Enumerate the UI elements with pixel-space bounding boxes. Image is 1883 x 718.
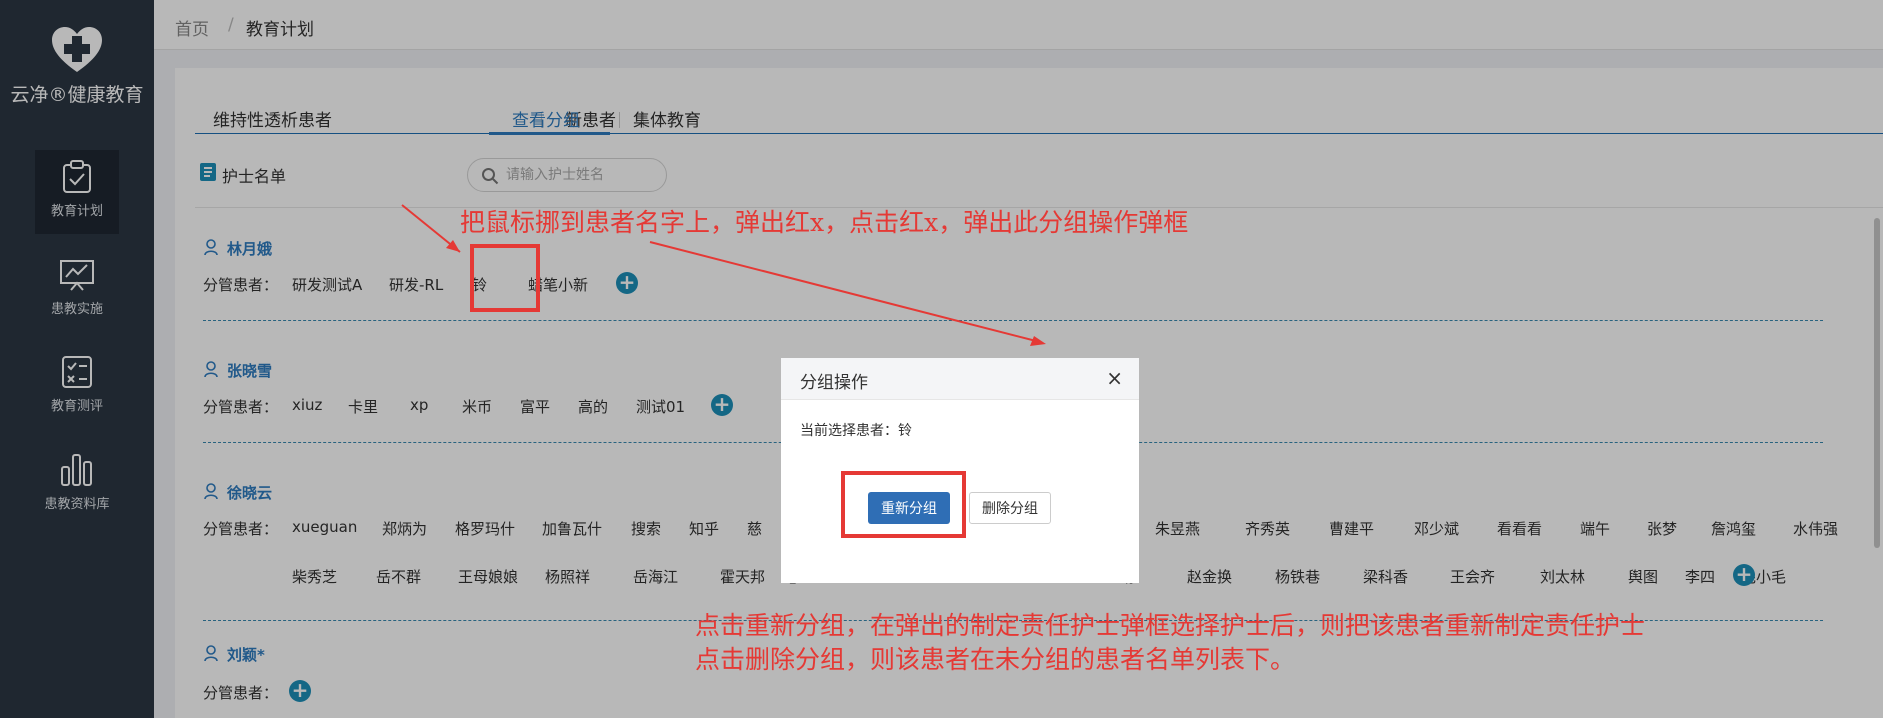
annotation-bottom-1: 点击重新分组，在弹出的制定责任护士弹框选择护士后，则把该患者重新制定责任护士 xyxy=(695,611,1646,640)
annotation-bottom-2: 点击删除分组，则该患者在未分组的患者名单列表下。 xyxy=(695,645,1296,674)
annotation-top: 把鼠标挪到患者名字上，弹出红x，点击红x，弹出此分组操作弹框 xyxy=(460,208,1189,237)
arrow-head xyxy=(1030,336,1046,346)
